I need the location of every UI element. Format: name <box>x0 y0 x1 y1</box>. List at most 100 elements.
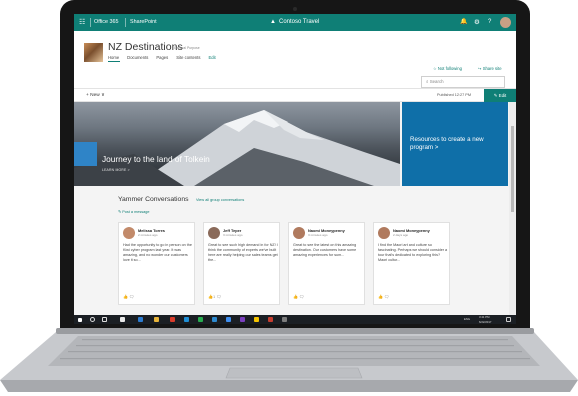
site-classification: General Purpose <box>174 46 200 50</box>
app-launcher-icon[interactable]: ☷ <box>79 14 85 31</box>
powerpoint-icon[interactable] <box>268 317 273 322</box>
clock-date: 6/22/2017 <box>479 319 492 324</box>
hero-banner[interactable]: Journey to the land of Tolkein LEARN MOR… <box>74 102 400 186</box>
settings-icon[interactable] <box>254 317 259 322</box>
learn-more-label: LEARN MORE <box>102 168 127 172</box>
follow-label: Not following <box>437 66 462 71</box>
avatar <box>378 227 390 239</box>
divider <box>90 18 91 27</box>
nav-home[interactable]: Home <box>108 55 119 60</box>
post-message-button[interactable]: ✎ Post a message <box>118 209 149 214</box>
cortana-icon[interactable] <box>90 317 95 322</box>
office-icon[interactable] <box>170 317 175 322</box>
bell-icon[interactable]: 🔔 <box>460 14 467 31</box>
new-button[interactable]: + New ∨ <box>86 89 105 102</box>
nav-selected-indicator <box>108 61 120 62</box>
gear-icon[interactable]: ⚙ <box>474 14 480 31</box>
site-header: NZ Destinations General Purpose Home Docu… <box>74 31 516 88</box>
office365-link[interactable]: Office 365 <box>94 14 118 31</box>
nav-edit[interactable]: Edit <box>208 55 215 60</box>
store-icon[interactable] <box>120 317 125 322</box>
system-clock[interactable]: 3:41 PM 6/22/2017 <box>479 315 491 324</box>
folder-icon[interactable] <box>154 317 159 322</box>
edit-button[interactable]: ✎ Edit <box>484 89 516 102</box>
divider <box>125 18 126 27</box>
learn-more-link[interactable]: LEARN MORE > <box>102 168 130 172</box>
chevron-down-icon: ∨ <box>99 93 105 98</box>
conversation-card[interactable]: Naomi Moneypenny 3 minutes ago Great to … <box>288 222 365 305</box>
avatar <box>123 227 135 239</box>
language-indicator[interactable]: ENG <box>464 315 470 324</box>
user-avatar[interactable] <box>500 17 511 28</box>
conversation-card[interactable]: Jeff Teper 3 minutes ago Great to see su… <box>203 222 280 305</box>
view-all-conversations-link[interactable]: View all group conversations <box>196 198 244 202</box>
post-text: Great to see the latest on this amazing … <box>293 243 357 257</box>
post-text: Had the opportunity to go in person on t… <box>123 243 192 262</box>
published-status: Published 12:27 PM <box>437 93 471 97</box>
webcam <box>293 7 297 11</box>
laptop-base <box>0 332 578 392</box>
edge-icon[interactable] <box>138 317 143 322</box>
brand-logo-icon: ▲ <box>270 19 276 25</box>
promo-tile[interactable]: Resources to create a new program > <box>402 102 508 186</box>
card-actions: 👍 🗨 <box>123 294 134 299</box>
site-navigation: Home Documents Pages Site contents Edit <box>108 55 224 60</box>
brand-name: Contoso Travel <box>279 19 320 25</box>
like-icon[interactable]: 👍 <box>293 294 298 299</box>
card-actions: 👍 🗨 <box>378 294 389 299</box>
like-count: 1 <box>212 294 216 299</box>
outlook-icon[interactable] <box>184 317 189 322</box>
todo-icon[interactable] <box>226 317 231 322</box>
avatar <box>208 227 220 239</box>
windows-taskbar: ENG 3:41 PM 6/22/2017 <box>74 315 516 324</box>
skype-icon[interactable] <box>212 317 217 322</box>
like-icon[interactable]: 👍 <box>378 294 383 299</box>
scrollbar-thumb[interactable] <box>511 126 514 212</box>
comment-icon[interactable]: 🗨 <box>384 294 389 299</box>
app-icon[interactable] <box>282 317 287 322</box>
sharepoint-link[interactable]: SharePoint <box>130 14 157 31</box>
post-text: I find the Maori art and culture so fasc… <box>378 243 448 262</box>
site-logo[interactable] <box>84 43 103 62</box>
like-icon[interactable]: 👍 <box>123 294 128 299</box>
chevron-right-icon: > <box>126 168 130 172</box>
task-view-icon[interactable] <box>102 317 107 322</box>
share-label: Share site <box>482 66 502 71</box>
nav-pages[interactable]: Pages <box>156 55 168 60</box>
card-actions: 👍 🗨 <box>293 294 304 299</box>
avatar <box>293 227 305 239</box>
windows-start-icon[interactable] <box>78 317 82 322</box>
site-title[interactable]: NZ Destinations <box>108 41 183 53</box>
conversation-card[interactable]: Naomi Moneypenny 2 days ago I find the M… <box>373 222 450 305</box>
edit-label: Edit <box>498 93 507 98</box>
nav-documents[interactable]: Documents <box>127 55 148 60</box>
conversation-card[interactable]: Melissa Torres 2 minutes ago Had the opp… <box>118 222 195 305</box>
post-message-label: Post a message <box>122 210 150 214</box>
suite-bar: ☷ Office 365 SharePoint ▲ Contoso Travel… <box>74 14 516 31</box>
screen: ☷ Office 365 SharePoint ▲ Contoso Travel… <box>74 14 516 324</box>
promo-text: Resources to create a new program > <box>410 136 484 151</box>
post-time: 2 minutes ago <box>138 233 158 237</box>
post-text: Great to see such high demand in for NZ!… <box>208 243 278 262</box>
search-placeholder: Search <box>429 79 444 84</box>
post-time: 3 minutes ago <box>308 233 328 237</box>
yammer-section-title: Yammer Conversations <box>118 196 189 203</box>
hero-accent-tile <box>74 142 97 166</box>
nav-site-contents[interactable]: Site contents <box>176 55 200 60</box>
share-button[interactable]: ↪ Share site <box>478 66 502 71</box>
spotify-icon[interactable] <box>198 317 203 322</box>
laptop-scene: ☷ Office 365 SharePoint ▲ Contoso Travel… <box>0 0 578 396</box>
post-time: 2 days ago <box>393 233 409 237</box>
help-icon[interactable]: ? <box>488 14 491 31</box>
hero-title[interactable]: Journey to the land of Tolkein <box>102 154 210 164</box>
comment-icon[interactable]: 🗨 <box>216 294 221 299</box>
notifications-icon[interactable] <box>506 317 511 322</box>
laptop-hinge <box>56 328 534 334</box>
comment-icon[interactable]: 🗨 <box>129 294 134 299</box>
search-box[interactable]: ⌕ Search <box>421 76 505 88</box>
onenote-icon[interactable] <box>240 317 245 322</box>
mountain-image <box>74 110 400 186</box>
comment-icon[interactable]: 🗨 <box>299 294 304 299</box>
follow-button[interactable]: ☆ Not following <box>433 66 462 71</box>
new-label: New <box>90 93 100 98</box>
